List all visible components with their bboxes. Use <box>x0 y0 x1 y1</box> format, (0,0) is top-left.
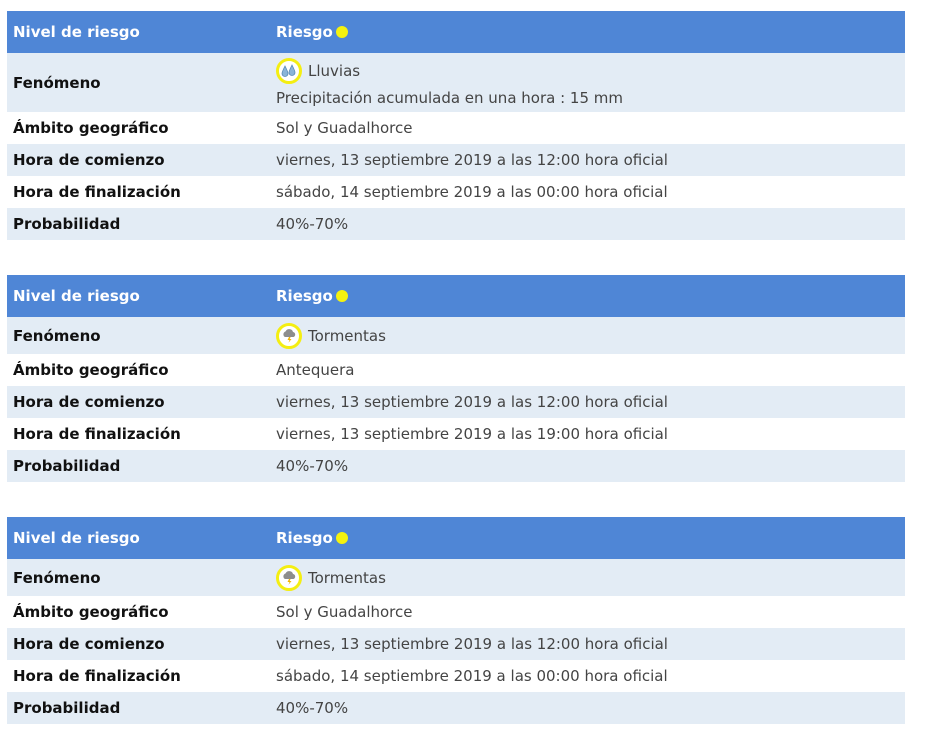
risk-level-label: Nivel de riesgo <box>13 23 140 41</box>
area-label: Ámbito geográfico <box>13 603 169 621</box>
yellow-level-dot-icon <box>335 532 348 544</box>
warnings-page: Nivel de riesgo Riesgo Fenómeno Lluvias … <box>0 0 938 753</box>
area-row: Ámbito geográfico Sol y Guadalhorce <box>7 112 905 144</box>
start-row: Hora de comienzo viernes, 13 septiembre … <box>7 386 905 418</box>
end-value: sábado, 14 septiembre 2019 a las 00:00 h… <box>276 667 668 685</box>
start-value: viernes, 13 septiembre 2019 a las 12:00 … <box>276 393 668 411</box>
phenomenon-detail: Precipitación acumulada en una hora : 15… <box>276 89 623 107</box>
risk-level-label: Nivel de riesgo <box>13 287 140 305</box>
end-row: Hora de finalización sábado, 14 septiemb… <box>7 176 905 208</box>
end-label: Hora de finalización <box>13 183 181 201</box>
end-value: sábado, 14 septiembre 2019 a las 00:00 h… <box>276 183 668 201</box>
probability-label: Probabilidad <box>13 457 121 475</box>
phenomenon-label: Fenómeno <box>13 568 101 587</box>
area-row: Ámbito geográfico Sol y Guadalhorce <box>7 596 905 628</box>
end-value: viernes, 13 septiembre 2019 a las 19:00 … <box>276 425 668 443</box>
storm-cloud-icon <box>276 322 302 349</box>
area-label: Ámbito geográfico <box>13 119 169 137</box>
phenomenon-name: Tormentas <box>308 568 386 587</box>
phenomenon-row: Fenómeno Tormentas <box>7 317 905 354</box>
risk-label: Riesgo <box>276 23 333 41</box>
probability-row: Probabilidad 40%-70% <box>7 692 905 724</box>
probability-row: Probabilidad 40%-70% <box>7 450 905 482</box>
phenomenon-label: Fenómeno <box>13 73 101 92</box>
risk-value: Riesgo <box>276 287 905 305</box>
risk-value: Riesgo <box>276 23 905 41</box>
phenomenon-name: Tormentas <box>308 326 386 345</box>
risk-level-label: Nivel de riesgo <box>13 529 140 547</box>
start-label: Hora de comienzo <box>13 635 165 653</box>
yellow-level-dot-icon <box>335 26 348 38</box>
yellow-level-dot-icon <box>335 290 348 302</box>
area-label: Ámbito geográfico <box>13 361 169 379</box>
phenomenon-row: Fenómeno Tormentas <box>7 559 905 596</box>
start-value: viernes, 13 septiembre 2019 a las 12:00 … <box>276 635 668 653</box>
area-value: Sol y Guadalhorce <box>276 119 413 137</box>
probability-value: 40%-70% <box>276 457 349 475</box>
probability-value: 40%-70% <box>276 699 349 717</box>
warning-table: Nivel de riesgo Riesgo Fenómeno Lluvias … <box>7 11 905 240</box>
warning-table: Nivel de riesgo Riesgo Fenómeno Tormenta… <box>7 517 905 724</box>
probability-value: 40%-70% <box>276 215 349 233</box>
risk-value: Riesgo <box>276 529 905 547</box>
probability-row: Probabilidad 40%-70% <box>7 208 905 240</box>
phenomenon-row: Fenómeno Lluvias Precipitación acumulada… <box>7 53 905 112</box>
end-row: Hora de finalización sábado, 14 septiemb… <box>7 660 905 692</box>
area-row: Ámbito geográfico Antequera <box>7 354 905 386</box>
probability-label: Probabilidad <box>13 699 121 717</box>
area-value: Antequera <box>276 361 355 379</box>
header-row: Nivel de riesgo Riesgo <box>7 275 905 317</box>
rain-drops-icon <box>276 58 302 84</box>
risk-label: Riesgo <box>276 529 333 547</box>
storm-cloud-icon <box>276 564 302 591</box>
start-label: Hora de comienzo <box>13 393 165 411</box>
start-row: Hora de comienzo viernes, 13 septiembre … <box>7 144 905 176</box>
start-value: viernes, 13 septiembre 2019 a las 12:00 … <box>276 151 668 169</box>
start-row: Hora de comienzo viernes, 13 septiembre … <box>7 628 905 660</box>
risk-label: Riesgo <box>276 287 333 305</box>
end-row: Hora de finalización viernes, 13 septiem… <box>7 418 905 450</box>
header-row: Nivel de riesgo Riesgo <box>7 517 905 559</box>
header-row: Nivel de riesgo Riesgo <box>7 11 905 53</box>
area-value: Sol y Guadalhorce <box>276 603 413 621</box>
phenomenon-name: Lluvias <box>308 62 361 80</box>
probability-label: Probabilidad <box>13 215 121 233</box>
warning-table: Nivel de riesgo Riesgo Fenómeno Tormenta… <box>7 275 905 482</box>
end-label: Hora de finalización <box>13 425 181 443</box>
end-label: Hora de finalización <box>13 667 181 685</box>
phenomenon-label: Fenómeno <box>13 326 101 345</box>
start-label: Hora de comienzo <box>13 151 165 169</box>
